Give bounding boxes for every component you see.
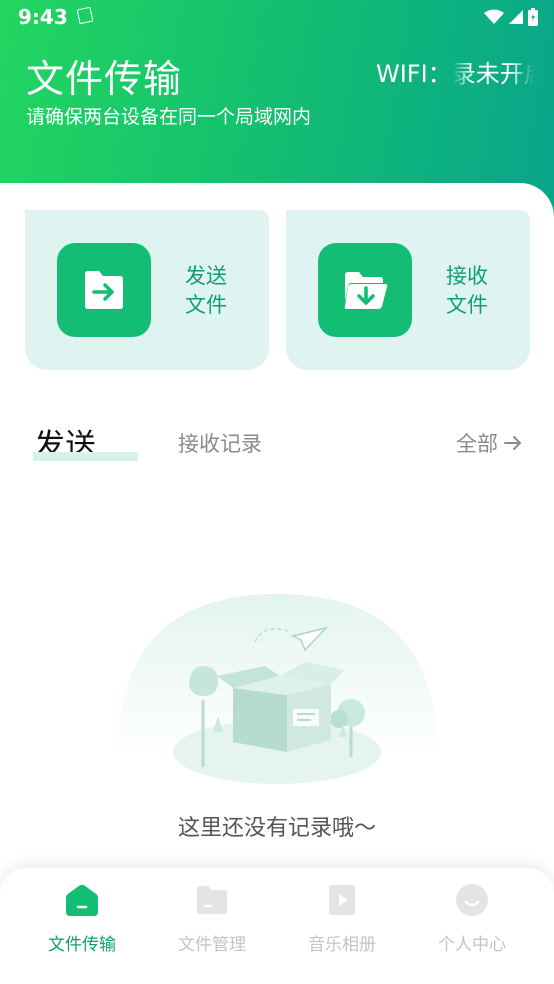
tab-receive-records[interactable]: 接收记录: [178, 428, 262, 458]
nav-label-music-album: 音乐相册: [308, 935, 376, 955]
receive-file-label: 接收文件: [446, 264, 488, 317]
empty-box-illustration: [117, 594, 438, 784]
battery-icon: [528, 8, 538, 26]
receive-file-card[interactable]: 接收文件: [286, 210, 530, 370]
nav-label-file-transfer: 文件传输: [48, 935, 116, 955]
nav-item-file-manager[interactable]: 文件管理: [147, 882, 277, 955]
page-subtitle: 请确保两台设备在同一个局域网内: [26, 106, 312, 128]
send-file-label: 发送文件: [185, 264, 227, 317]
nav-item-profile[interactable]: 个人中心: [407, 882, 537, 955]
nav-label-profile: 个人中心: [438, 935, 506, 955]
wifi-status: WIFI：录未开启: [376, 54, 534, 89]
wifi-status-value: 录未开启: [451, 60, 534, 88]
folder-arrow-down-icon: [318, 243, 412, 337]
view-all-link[interactable]: 全部: [456, 428, 522, 458]
bottom-nav: 文件传输 文件管理 音乐相册 个人中心: [0, 868, 554, 984]
send-file-card[interactable]: 发送文件: [25, 210, 269, 370]
media-icon: [329, 885, 355, 915]
cell-signal-icon: [509, 10, 523, 24]
folder-icon: [197, 886, 227, 914]
profile-icon: [456, 884, 488, 916]
home-icon: [66, 884, 98, 916]
nav-label-file-manager: 文件管理: [178, 935, 246, 955]
nav-item-music-album[interactable]: 音乐相册: [277, 882, 407, 955]
view-all-label: 全部: [456, 432, 498, 456]
arrow-right-icon: [504, 436, 521, 450]
status-bar: 9:43: [0, 0, 554, 34]
notification-icon: [76, 6, 94, 25]
wifi-signal-icon: [484, 9, 504, 24]
page-title: 文件传输: [26, 57, 183, 101]
nav-item-file-transfer[interactable]: 文件传输: [17, 882, 147, 955]
empty-state-text: 这里还没有记录哦～: [177, 816, 376, 841]
folder-arrow-right-icon: [57, 243, 151, 337]
wifi-label: WIFI：: [376, 60, 452, 88]
status-time: 9:43: [18, 5, 68, 29]
tab-active-indicator: [33, 452, 138, 461]
